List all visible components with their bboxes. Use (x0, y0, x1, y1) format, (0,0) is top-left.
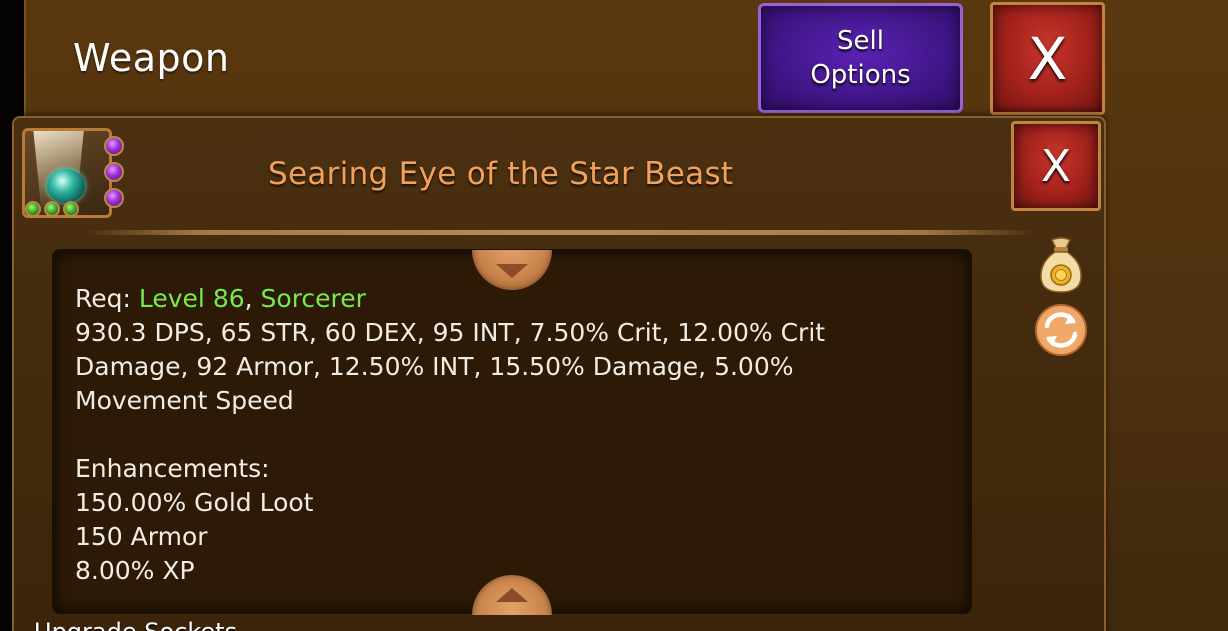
enhancement-item: 150.00% Gold Loot (75, 488, 314, 517)
scroll-down-button[interactable] (472, 250, 552, 290)
green-gem-icon (25, 201, 41, 217)
purple-gem-icon (104, 162, 124, 182)
game-screen: Weapon Sell Options X Searing Eye of the… (0, 0, 1228, 631)
purple-gem-icon (104, 188, 124, 208)
scroll-up-button[interactable] (472, 575, 552, 615)
stats-line: Damage, 92 Armor, 12.50% INT, 15.50% Dam… (75, 352, 794, 381)
swap-icon[interactable] (1034, 303, 1088, 357)
gold-bag-icon[interactable] (1038, 236, 1084, 294)
sell-options-label-line2: Options (810, 60, 911, 90)
item-name: Searing Eye of the Star Beast (268, 156, 734, 192)
close-item-button[interactable]: X (1011, 121, 1101, 211)
stats-line: 930.3 DPS, 65 STR, 60 DEX, 95 INT, 7.50%… (75, 318, 826, 347)
green-gem-icon (63, 201, 79, 217)
panel-title: Weapon (73, 36, 230, 80)
upgrade-sockets-label: Upgrade Sockets (34, 618, 237, 631)
enhancements-heading: Enhancements: (75, 454, 270, 483)
item-description: Req: Level 86, Sorcerer 930.3 DPS, 65 ST… (75, 282, 945, 588)
purple-gem-icon (104, 136, 124, 156)
requirement-separator: , (244, 284, 261, 313)
arrow-up-icon (496, 588, 528, 602)
arrow-down-icon (496, 264, 528, 278)
divider (85, 230, 1035, 235)
sell-options-button[interactable]: Sell Options (758, 3, 963, 113)
stats-line: Movement Speed (75, 386, 294, 415)
required-level: Level 86 (138, 284, 245, 313)
required-class: Sorcerer (260, 284, 366, 313)
close-icon: X (1027, 24, 1068, 93)
enhancement-item: 150 Armor (75, 522, 208, 551)
star-eye-orb-icon (47, 169, 85, 203)
close-icon: X (1040, 140, 1072, 192)
close-panel-button[interactable]: X (990, 2, 1105, 115)
green-gem-icon (44, 201, 60, 217)
sell-options-label-line1: Sell (837, 26, 884, 56)
requirement-prefix: Req: (75, 284, 139, 313)
